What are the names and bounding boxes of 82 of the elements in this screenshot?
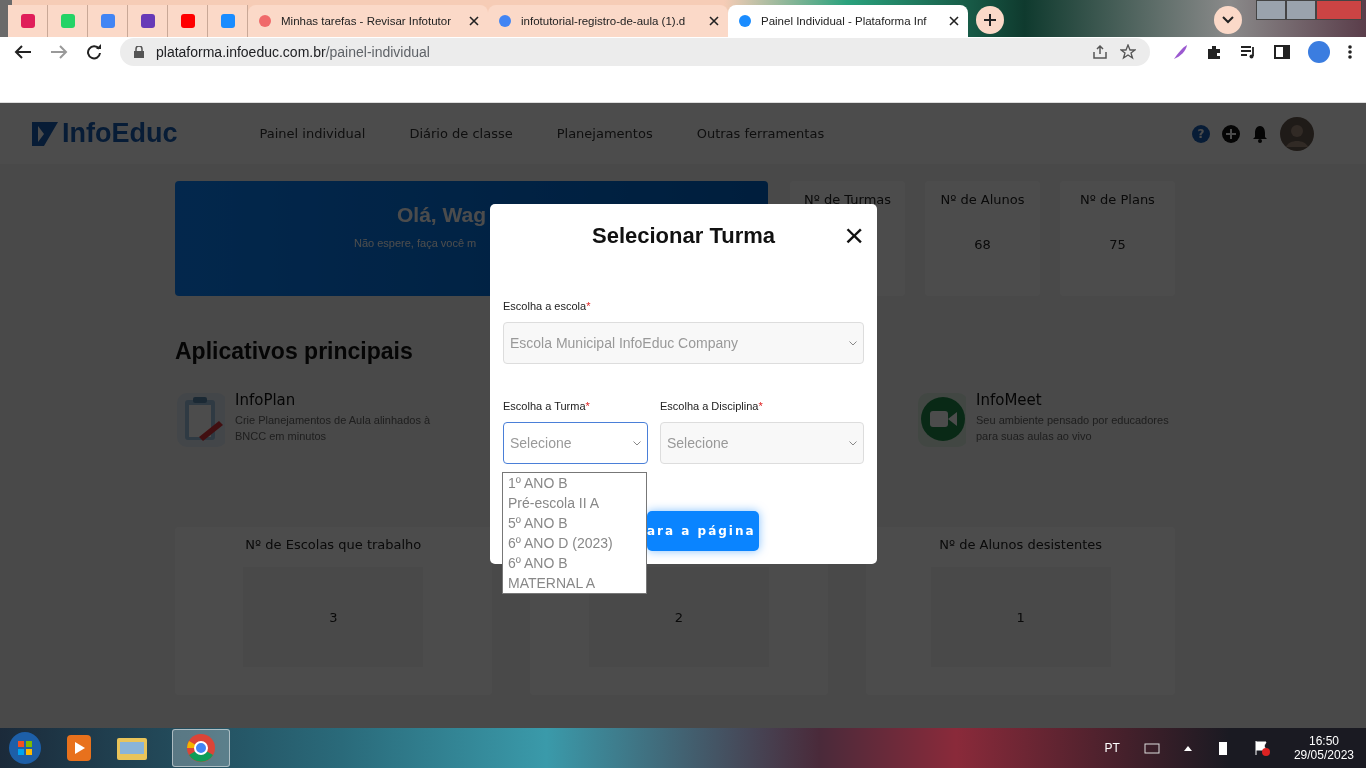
playlist-icon[interactable]	[1240, 44, 1256, 60]
stat-label: Nº de Turmas	[803, 192, 892, 207]
side-panel-icon[interactable]	[1274, 44, 1290, 60]
app-icon	[219, 13, 236, 29]
tab-icon	[737, 13, 753, 29]
star-icon[interactable]	[1120, 44, 1136, 60]
chevron-down-icon	[849, 340, 857, 346]
nav-link[interactable]: Outras ferramentas	[696, 126, 825, 141]
reload-icon[interactable]	[86, 44, 102, 60]
close-button[interactable]: ×	[844, 220, 864, 250]
summary-label: Nº de Escolas que trabalho	[245, 537, 422, 553]
pinned-tab[interactable]	[208, 5, 248, 37]
stat-value: 75	[1109, 237, 1126, 252]
app-name[interactable]: InfoMeet	[976, 391, 1042, 409]
section-heading: Aplicativos principais	[175, 338, 413, 365]
window-controls[interactable]	[1256, 0, 1362, 20]
nav-link[interactable]: Diário de classe	[409, 126, 513, 141]
dropdown-option[interactable]: 5º ANO B	[503, 513, 646, 533]
dropdown-option[interactable]: 1º ANO B	[503, 473, 646, 493]
taskbar-button[interactable]	[172, 729, 230, 767]
stat-label: Nº de Alunos	[940, 192, 1025, 207]
field-label: Escolha a Turma*	[503, 400, 591, 412]
dropdown-option[interactable]: 6º ANO D (2023)	[503, 533, 646, 553]
stat-label: Nº de Plans	[1080, 192, 1155, 207]
summary-value: 2	[674, 609, 684, 625]
tab-search-button[interactable]	[1214, 6, 1242, 34]
forward-icon[interactable]	[50, 44, 68, 60]
tab-icon	[257, 13, 273, 29]
browser-tab[interactable]: Painel Individual - Plataforma Inf	[728, 5, 968, 37]
greeting: Olá, Wag	[397, 203, 487, 227]
app-icon	[19, 13, 36, 29]
pinned-tab[interactable]	[128, 5, 168, 37]
dropdown-option[interactable]: Pré-escola II A	[503, 493, 646, 513]
dropdown-option[interactable]: 6º ANO B	[503, 553, 646, 573]
profile-icon[interactable]	[1308, 41, 1330, 63]
browser-tab[interactable]: infotutorial-registro-de-aula (1).d	[488, 5, 728, 37]
pinned-tab[interactable]	[168, 5, 208, 37]
summary-value: 3	[329, 609, 338, 625]
app-icon	[59, 13, 76, 29]
feather-icon[interactable]	[1172, 44, 1188, 60]
field-label: Escolha a Disciplina*	[660, 400, 764, 412]
tab-icon	[497, 13, 513, 29]
keyboard-icon[interactable]	[1143, 742, 1160, 754]
summary-value: 1	[1016, 609, 1025, 625]
chevron-down-icon	[849, 440, 857, 446]
flag-icon[interactable]	[1253, 740, 1270, 756]
class-select[interactable]: Selecione	[503, 422, 648, 464]
dropdown-option[interactable]: MATERNAL A	[503, 573, 646, 593]
app-icon	[179, 13, 196, 29]
close-icon[interactable]	[949, 16, 959, 26]
language-indicator[interactable]: PT	[1104, 741, 1120, 755]
menu-icon[interactable]	[1348, 44, 1352, 60]
nav-link[interactable]: Planejamentos	[556, 126, 653, 141]
address-bar[interactable]: plataforma.infoeduc.com.br/painel-individual	[120, 38, 1150, 66]
modal-title: Selecionar Turma	[592, 223, 775, 249]
puzzle-icon[interactable]	[1206, 44, 1222, 60]
clock[interactable]: 16:50 29/05/2023	[1293, 734, 1354, 762]
chrome-icon	[186, 733, 216, 763]
app-icon	[139, 13, 156, 29]
field-label: Escolha a escola*	[503, 300, 592, 312]
nav-link[interactable]: Painel individual	[259, 126, 366, 141]
pinned-tab[interactable]	[8, 5, 48, 37]
stat-value: 68	[974, 237, 991, 252]
caret-up-icon[interactable]	[1183, 745, 1192, 751]
plus-icon	[984, 14, 996, 26]
app-icon	[99, 13, 116, 29]
back-icon[interactable]	[14, 44, 32, 60]
chevron-down-icon	[633, 440, 641, 446]
summary-label: Nº de Alunos desistentes	[939, 537, 1103, 553]
lock-icon	[134, 46, 144, 58]
chevron-down-icon	[1222, 16, 1234, 24]
new-tab-button[interactable]	[976, 6, 1004, 34]
start-button[interactable]	[8, 731, 42, 765]
close-icon[interactable]	[709, 16, 719, 26]
share-icon[interactable]	[1092, 44, 1108, 60]
app-name[interactable]: InfoPlan	[235, 391, 296, 409]
banner-subtitle: Não espere, faça você m	[354, 237, 477, 249]
browser-tab[interactable]: Minhas tarefas - Revisar Infotutor	[248, 5, 488, 37]
media-player-icon[interactable]	[66, 734, 92, 762]
pinned-tab[interactable]	[88, 5, 128, 37]
close-icon[interactable]	[469, 16, 479, 26]
submit-button[interactable]: ara a página	[647, 511, 759, 551]
